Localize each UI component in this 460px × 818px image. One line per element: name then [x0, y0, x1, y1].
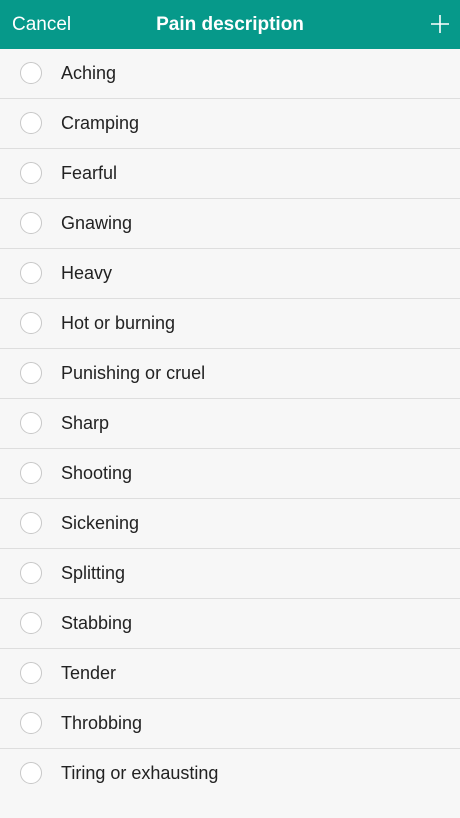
- radio-button[interactable]: [20, 612, 42, 634]
- list-item[interactable]: Hot or burning: [0, 299, 460, 349]
- radio-button[interactable]: [20, 662, 42, 684]
- radio-button[interactable]: [20, 362, 42, 384]
- list-item-label: Throbbing: [61, 713, 143, 733]
- list-item[interactable]: Throbbing: [0, 699, 460, 749]
- plus-icon: [430, 14, 450, 34]
- list-item[interactable]: Sharp: [0, 399, 460, 449]
- list-item-label: Sharp: [61, 413, 110, 433]
- pain-description-list: Aching Cramping Fearful Gnawing Heavy Ho…: [0, 49, 460, 798]
- list-item-label: Tiring or exhausting: [61, 763, 219, 783]
- radio-button[interactable]: [20, 312, 42, 334]
- list-item-label: Fearful: [61, 163, 118, 183]
- radio-button[interactable]: [20, 462, 42, 484]
- radio-button[interactable]: [20, 112, 42, 134]
- list-item-label: Cramping: [61, 113, 140, 133]
- radio-button[interactable]: [20, 562, 42, 584]
- list-item-label: Tender: [61, 663, 117, 683]
- list-item[interactable]: Heavy: [0, 249, 460, 299]
- list-item[interactable]: Shooting: [0, 449, 460, 499]
- radio-button[interactable]: [20, 412, 42, 434]
- radio-button[interactable]: [20, 712, 42, 734]
- cancel-button[interactable]: Cancel: [12, 0, 71, 49]
- list-item-label: Splitting: [61, 563, 126, 583]
- list-item[interactable]: Cramping: [0, 99, 460, 149]
- list-item[interactable]: Aching: [0, 49, 460, 99]
- list-item[interactable]: Splitting: [0, 549, 460, 599]
- radio-button[interactable]: [20, 162, 42, 184]
- list-item-label: Sickening: [61, 513, 140, 533]
- radio-button[interactable]: [20, 62, 42, 84]
- list-item[interactable]: Stabbing: [0, 599, 460, 649]
- list-item[interactable]: Tiring or exhausting: [0, 749, 460, 798]
- list-item[interactable]: Punishing or cruel: [0, 349, 460, 399]
- radio-button[interactable]: [20, 762, 42, 784]
- list-item-label: Punishing or cruel: [61, 363, 206, 383]
- list-item-label: Shooting: [61, 463, 133, 483]
- top-bar: Cancel Pain description: [0, 0, 460, 49]
- list-item-label: Stabbing: [61, 613, 133, 633]
- list-item[interactable]: Sickening: [0, 499, 460, 549]
- radio-button[interactable]: [20, 512, 42, 534]
- radio-button[interactable]: [20, 262, 42, 284]
- list-item[interactable]: Gnawing: [0, 199, 460, 249]
- list-item-label: Hot or burning: [61, 313, 176, 333]
- radio-button[interactable]: [20, 212, 42, 234]
- list-item-label: Aching: [61, 63, 117, 83]
- list-item-label: Gnawing: [61, 213, 133, 233]
- list-item[interactable]: Tender: [0, 649, 460, 699]
- list-item-label: Heavy: [61, 263, 113, 283]
- add-button[interactable]: [430, 14, 450, 34]
- list-item[interactable]: Fearful: [0, 149, 460, 199]
